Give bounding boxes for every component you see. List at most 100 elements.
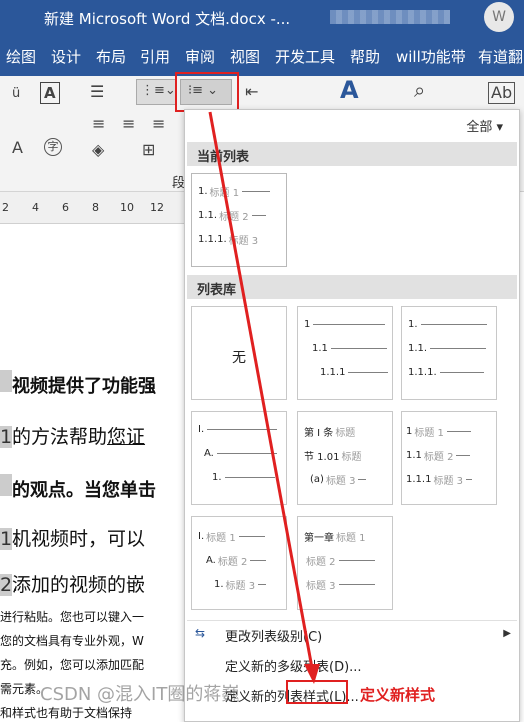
level-line [258,584,267,585]
doc-line: 1.机视频时，可以 [0,524,145,551]
highlight-color-icon[interactable]: A [12,138,23,158]
doc-text: 机视频时，可以 [12,528,146,550]
tab-view[interactable]: 视图 [230,46,260,67]
level-line [456,455,471,456]
level-line [313,324,386,325]
list-level: 1.1.1. 标题 3 [198,232,258,247]
list-level: I. [198,424,278,435]
level-line [242,191,271,192]
title-bar: 新建 Microsoft Word 文档.docx -... W [0,0,524,36]
level-label: 标题 2 [306,557,336,568]
tab-design[interactable]: 设计 [51,46,81,67]
ruler-mark: 2 [2,201,9,214]
level-number: (a) [310,474,324,485]
level-number: 1.1.1 [320,367,346,378]
ruler-mark: 12 [150,201,164,214]
filter-label: 全部 [466,120,493,135]
dictate-icon[interactable]: Ab [488,82,516,104]
list-level: 1. 标题 3 [214,577,267,592]
list-level: 1.1.1 [320,367,389,378]
list-style-none[interactable]: 无 [191,306,287,400]
tab-will[interactable]: will功能带 [396,46,466,67]
level-line [446,431,471,432]
list-style-numeric[interactable]: 1 1.1 1.1.1 [297,306,393,400]
phonetic-guide-icon[interactable]: ü [12,84,20,104]
list-level: (a) 标题 3 [310,472,367,487]
document-title: 新建 Microsoft Word 文档.docx -... [44,10,291,28]
change-level-icon: ⇆ [195,626,206,640]
list-style-roman[interactable]: I. A. 1. [191,411,287,505]
decrease-indent-icon[interactable]: ⇤ [245,82,258,102]
tab-youdao[interactable]: 有道翻 [478,46,523,67]
level-line [207,429,278,430]
bullets-icon[interactable]: ☰ [90,82,104,102]
avatar[interactable]: W [484,2,514,32]
doc-line: 1.的方法帮助您证 [0,422,145,449]
tab-help[interactable]: 帮助 [350,46,380,67]
shading-icon[interactable]: ◈ [92,140,104,160]
level-line [224,477,275,478]
current-list-thumbnail[interactable]: 1. 标题 1 1.1. 标题 2 1.1.1. 标题 3 [191,173,287,267]
list-level: 1. [212,472,275,483]
tab-draw[interactable]: 绘图 [6,46,36,67]
list-style-numeric-dot[interactable]: 1. 1.1. 1.1.1. [401,306,497,400]
level-number: 1.1 [406,450,422,461]
list-level: 1.1. [408,343,487,354]
tab-references[interactable]: 引用 [140,46,170,67]
doc-line: 您的文档具有专业外观，W [0,634,144,648]
level-number: 1.1. [408,343,428,354]
define-new-multilevel-list-item[interactable]: 定义新的多级列表(D)... [225,656,362,675]
document-area[interactable]: 视频提供了功能强 1.的方法帮助您证 的观点。当您单击 1.机视频时，可以 2.… [0,224,186,722]
level-number: 1. [408,319,418,330]
level-line [216,453,277,454]
blurred-account-name [330,10,450,24]
caret-down-icon: ▾ [496,120,503,135]
align-left-icon[interactable]: ≡ [92,114,105,134]
list-level: 1.1 标题 2 [406,448,471,463]
tab-developer[interactable]: 开发工具 [275,46,335,67]
tab-review[interactable]: 审阅 [185,46,215,67]
level-number: A. [204,448,214,459]
level-number: 第 I 条 [304,428,334,439]
level-label: 标题 2 [217,557,248,568]
level-label: 标题 1 [209,188,240,199]
level-line [330,348,387,349]
list-style-heading-roman[interactable]: I. 标题 1 A. 标题 2 1. 标题 3 [191,516,287,610]
level-line [439,372,484,373]
filter-dropdown[interactable]: 全部 ▾ [466,116,503,135]
level-label: 标题 1 [336,533,366,544]
doc-text: 添加的视频的嵌 [12,574,146,596]
ribbon-tabs: 绘图 设计 布局 引用 审阅 视图 开发工具 帮助 will功能带 有道翻 [0,36,524,76]
list-level: 1.1 [312,343,387,354]
list-style-heading-numeric[interactable]: 1 标题 1 1.1 标题 2 1.1.1 标题 3 [401,411,497,505]
list-level: 标题 3 [304,577,375,592]
level-label: 标题 1 [414,428,444,439]
list-style-chapter[interactable]: 第一章 标题 1 标题 2 标题 3 [297,516,393,610]
align-right-icon[interactable]: ≡ [152,114,165,134]
level-line [430,348,487,349]
list-number: 2. [0,574,19,596]
paragraph-mark [0,474,12,496]
doc-text: 的观点。当您单击 [12,480,156,501]
tab-layout[interactable]: 布局 [96,46,126,67]
character-border-icon[interactable]: A [40,82,60,104]
list-level: 标题 2 [304,553,375,568]
borders-icon[interactable]: ⊞ [142,140,155,160]
level-label: 标题 2 [219,212,249,223]
current-list-header: 当前列表 [187,142,517,166]
change-list-level-item[interactable]: 更改列表级别(C) [225,626,322,645]
list-style-article[interactable]: 第 I 条标题 节 1.01 标题 (a) 标题 3 [297,411,393,505]
level-number: 1. [212,472,222,483]
horizontal-ruler[interactable]: 2 4 6 8 10 12 [0,192,186,224]
find-icon[interactable]: ⌕ [414,80,425,100]
level-number: I. [198,424,205,435]
list-level: 1.1.1. [408,367,484,378]
styles-icon[interactable]: A [340,78,359,102]
level-number: 第一章 [304,533,334,544]
level-number: 1.1.1. [198,234,227,245]
level-line [251,215,266,216]
enclose-characters-icon[interactable]: 字 [44,138,62,156]
level-number: A. [206,555,216,566]
align-center-icon[interactable]: ≡ [122,114,135,134]
level-line [348,372,389,373]
